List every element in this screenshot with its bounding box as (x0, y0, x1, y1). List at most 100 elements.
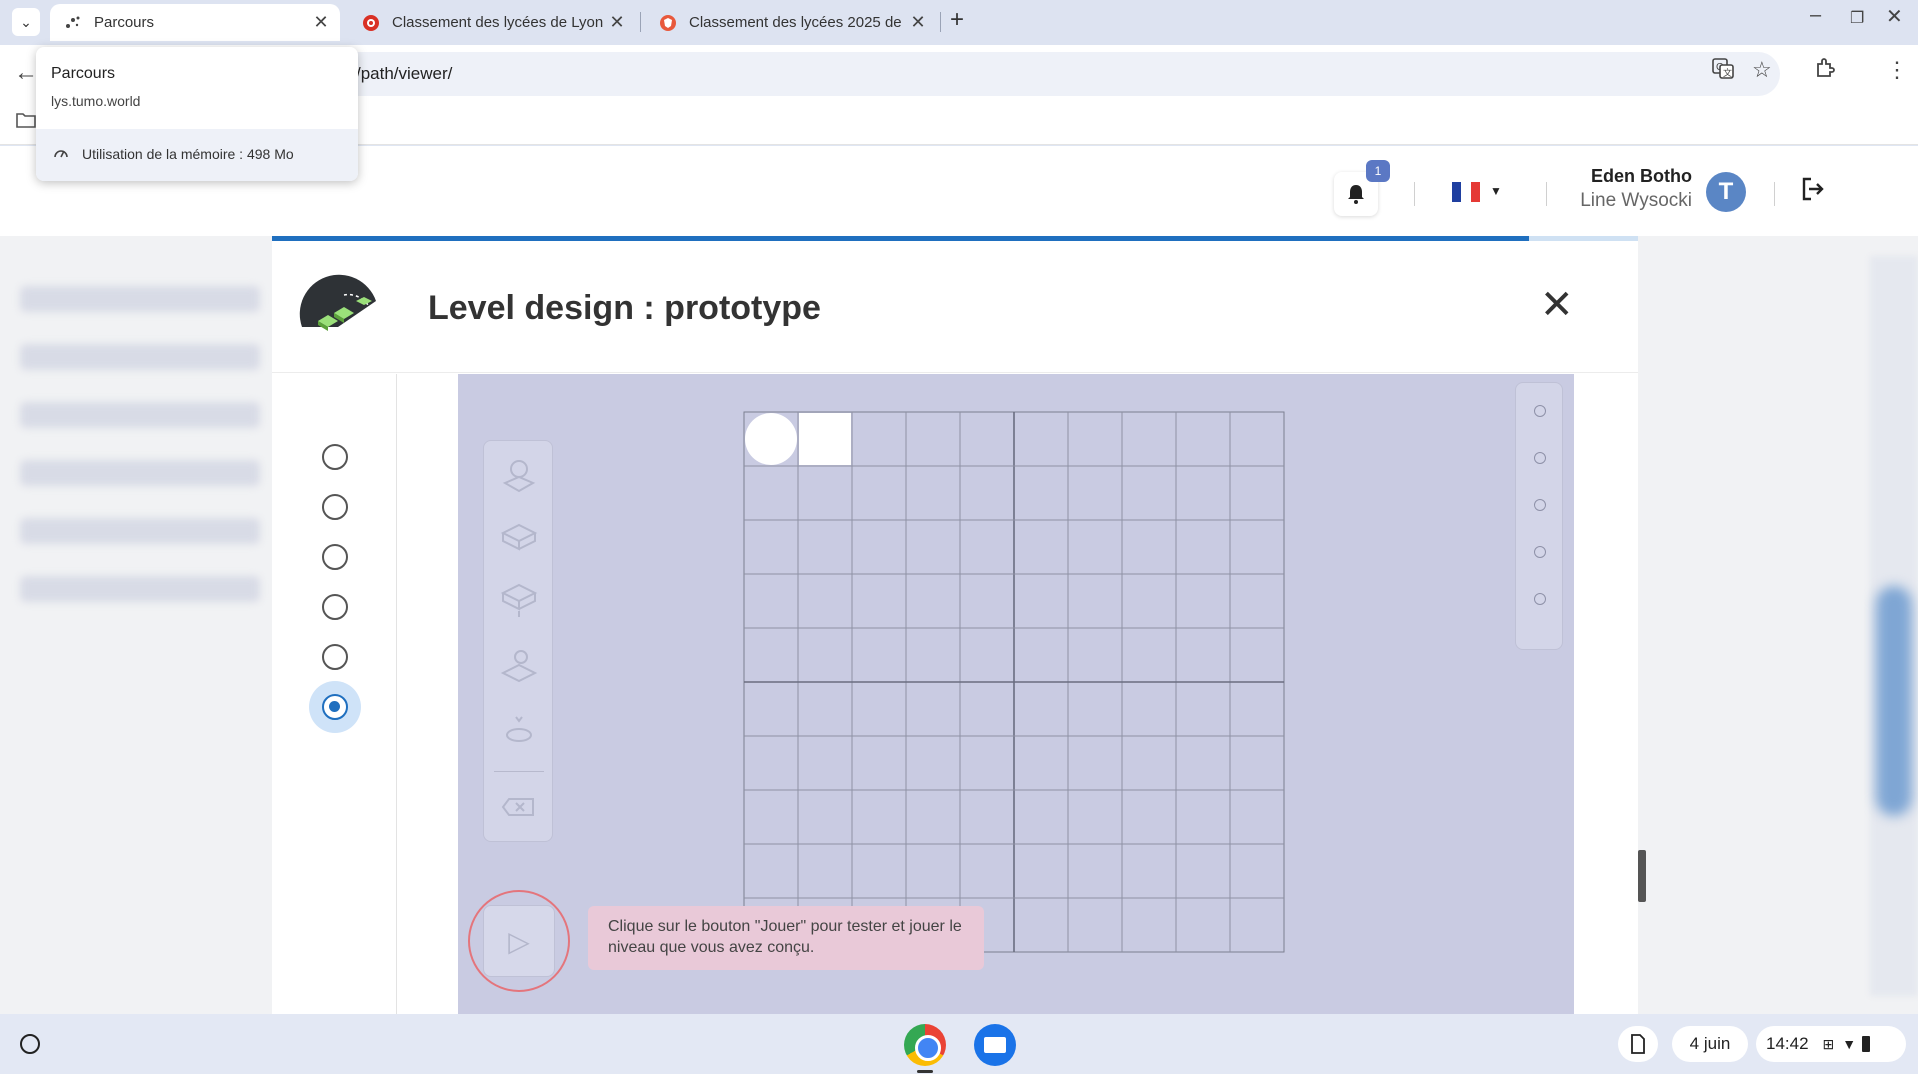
more-menu-icon[interactable]: ⋮ (1886, 57, 1908, 83)
header-divider (1414, 182, 1415, 206)
user-name: Eden Botho (1591, 166, 1692, 186)
tool-option-1[interactable] (1534, 405, 1546, 417)
modal-header: Level design : prototype ✕ (272, 241, 1638, 373)
palette-divider (494, 771, 544, 772)
file-icon (1631, 1034, 1645, 1054)
user-subtitle: Line Wysocki (1580, 190, 1692, 211)
new-tab-button[interactable]: + (950, 6, 964, 34)
sidebar-item (20, 344, 260, 370)
step-radio-3[interactable] (322, 544, 348, 570)
language-caret-icon[interactable]: ▼ (1490, 184, 1502, 198)
block-tile[interactable] (799, 413, 851, 465)
level-design-logo-icon (299, 274, 376, 331)
tab-title: Parcours (94, 14, 155, 31)
coin-tile-icon[interactable] (499, 711, 539, 751)
character-tile-icon[interactable] (499, 455, 539, 495)
tab-separator (940, 12, 941, 32)
step-radio-5[interactable] (322, 644, 348, 670)
sidebar-item (20, 460, 260, 486)
tab-title: Classement des lycées de Lyon (392, 14, 604, 31)
player-tile[interactable] (745, 413, 797, 465)
step-radio-2[interactable] (322, 494, 348, 520)
close-icon[interactable]: ✕ (1540, 285, 1574, 325)
tab-hover-card: Parcours lys.tumo.world Utilisation de l… (36, 47, 358, 181)
sidebar-item (20, 518, 260, 544)
tab-separator (640, 12, 641, 32)
folder-icon[interactable] (16, 111, 36, 134)
tool-option-4[interactable] (1534, 546, 1546, 558)
tab-classement-2025[interactable]: Classement des lycées 2025 de ✕ (645, 4, 937, 41)
tool-option-2[interactable] (1534, 452, 1546, 464)
tumo-dots-icon (64, 14, 82, 32)
step-radio-6[interactable] (322, 694, 348, 720)
goal-tile-icon[interactable] (499, 647, 539, 687)
wifi-icon: ▼ (1842, 1036, 1857, 1052)
scrollbar-thumb[interactable] (1638, 850, 1646, 902)
active-app-indicator (917, 1070, 933, 1073)
hover-card-url: lys.tumo.world (51, 93, 141, 109)
notification-badge: 1 (1366, 160, 1390, 182)
sidebar-item (20, 286, 260, 312)
activity-modal: Level design : prototype ✕ ▷ Clique sur … (272, 236, 1638, 1014)
close-tab-icon[interactable]: ✕ (310, 12, 332, 33)
platform-tile-icon[interactable] (499, 579, 539, 619)
url-text: /path/viewer/ (356, 64, 453, 83)
play-icon: ▷ (508, 925, 530, 957)
tab-search-button[interactable]: ⌄ (12, 8, 40, 36)
step-radio-4[interactable] (322, 594, 348, 620)
chevron-down-icon: ⌄ (20, 13, 32, 30)
play-button[interactable]: ▷ (483, 905, 555, 977)
close-tab-icon[interactable]: ✕ (606, 12, 628, 33)
chrome-icon[interactable] (904, 1024, 946, 1066)
step-navigation (272, 374, 397, 1014)
modal-title: Level design : prototype (428, 289, 821, 327)
clock-time: 14:42 (1766, 1034, 1809, 1053)
tab-title: Classement des lycées 2025 de (689, 14, 902, 31)
sidebar-item (20, 576, 260, 602)
erase-icon[interactable] (499, 787, 539, 827)
background-button (1876, 586, 1912, 816)
svg-text:文: 文 (1723, 67, 1732, 78)
tool-option-3[interactable] (1534, 499, 1546, 511)
header-divider (1546, 182, 1547, 206)
close-window-icon[interactable]: ✕ (1886, 4, 1903, 29)
tab-classement-lyon[interactable]: Classement des lycées de Lyon ✕ (348, 4, 636, 41)
level-editor: ▷ Clique sur le bouton "Jouer" pour test… (458, 374, 1574, 1014)
right-tool-panel (1515, 382, 1563, 650)
step-radio-1[interactable] (322, 444, 348, 470)
back-arrow-icon[interactable]: ← (14, 59, 38, 87)
tab-strip: ⌄ Parcours ✕ Classement des lycées de Ly… (0, 0, 1918, 45)
red-at-icon (362, 14, 380, 32)
red-shield-icon (659, 14, 677, 32)
restore-icon[interactable]: ❐ (1850, 8, 1864, 28)
tile-palette (483, 440, 553, 842)
page-content: 1 ▼ Eden Botho Line Wysocki T Level desi… (0, 146, 1918, 1014)
memory-usage-row: Utilisation de la mémoire : 498 Mo (36, 129, 358, 181)
logout-icon[interactable] (1800, 176, 1826, 209)
bookmark-star-icon[interactable]: ☆ (1752, 57, 1772, 83)
battery-icon (1862, 1036, 1871, 1052)
ime-icon: ⊞ (1822, 1035, 1835, 1052)
avatar[interactable]: T (1706, 172, 1746, 212)
header-divider (1774, 182, 1775, 206)
close-tab-icon[interactable]: ✕ (907, 12, 929, 33)
hint-tooltip: Clique sur le bouton "Jouer" pour tester… (588, 906, 984, 970)
gauge-icon (53, 145, 69, 163)
launcher-icon[interactable] (20, 1034, 40, 1054)
france-flag-icon[interactable] (1452, 182, 1480, 202)
minimize-icon[interactable]: – (1810, 4, 1821, 27)
block-tile-icon[interactable] (499, 517, 539, 557)
sidebar-item (20, 402, 260, 428)
tab-parcours[interactable]: Parcours ✕ (50, 4, 340, 41)
tool-option-5[interactable] (1534, 593, 1546, 605)
files-icon[interactable] (974, 1024, 1016, 1066)
os-shelf: 4 juin 14:42 ⊞ ▼ (0, 1014, 1918, 1074)
extensions-icon[interactable] (1814, 57, 1836, 85)
hover-card-title: Parcours (51, 65, 116, 82)
bell-icon (1348, 185, 1364, 204)
status-area[interactable]: 14:42 ⊞ ▼ (1756, 1026, 1906, 1062)
translate-icon[interactable]: G文 (1712, 57, 1734, 85)
holding-space-button[interactable] (1618, 1026, 1658, 1062)
date-button[interactable]: 4 juin (1672, 1026, 1748, 1062)
memory-usage-text: Utilisation de la mémoire : 498 Mo (82, 146, 294, 162)
